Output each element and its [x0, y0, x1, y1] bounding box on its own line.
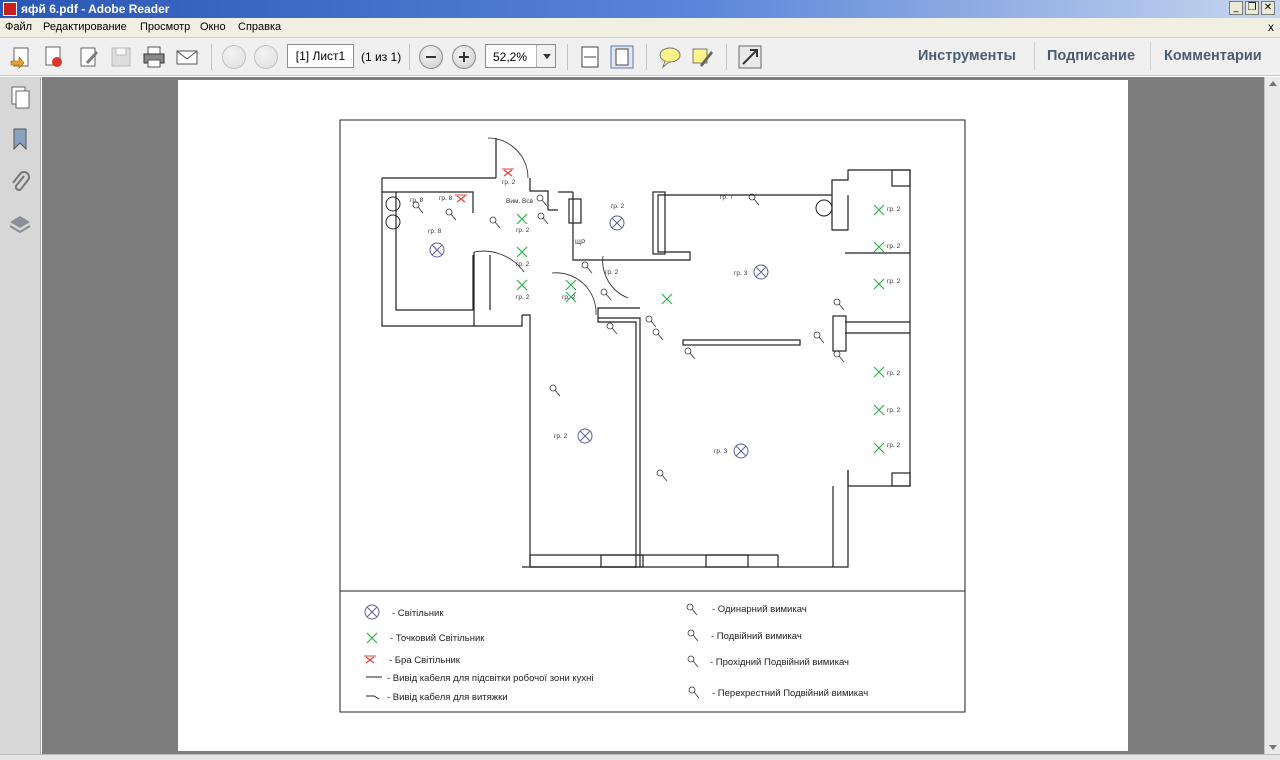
svg-text:гр. 2: гр. 2 [516, 261, 530, 268]
save-icon[interactable] [109, 45, 133, 69]
legend-item: - Подвійний вимикач [711, 631, 802, 642]
svg-text:гр. 3: гр. 3 [714, 448, 728, 455]
svg-text:ЩР: ЩР [575, 239, 585, 246]
zoom-select[interactable]: 52,2% [485, 44, 556, 68]
scroll-down-icon[interactable] [1269, 745, 1277, 750]
bookmarks-icon[interactable] [8, 127, 32, 151]
page-number-input[interactable]: [1] Лист1 [287, 44, 354, 68]
menu-file[interactable]: Файл [5, 21, 32, 33]
svg-text:гр. 2: гр. 2 [887, 407, 901, 414]
svg-text:гр. 7: гр. 7 [720, 194, 734, 201]
restore-button[interactable]: ❐ [1245, 1, 1259, 15]
svg-text:гр. 3: гр. 3 [734, 270, 748, 277]
print-icon[interactable] [142, 45, 166, 69]
edit-icon[interactable] [77, 45, 101, 69]
svg-text:гр. 8: гр. 8 [410, 197, 424, 204]
adobe-reader-icon [3, 2, 17, 16]
legend-item: - Перехрестний Подвійний вимикач [712, 688, 869, 699]
fit-width-icon[interactable] [578, 45, 602, 69]
sign-panel-link[interactable]: Подписание [1047, 48, 1135, 64]
highlight-icon[interactable] [690, 45, 714, 69]
vertical-scrollbar[interactable] [1264, 77, 1280, 754]
legend-item: - Світільник [392, 608, 444, 619]
menu-window[interactable]: Окно [200, 21, 226, 33]
menu-help[interactable]: Справка [238, 21, 281, 33]
toolbar-separator [1034, 42, 1035, 70]
tools-panel-link[interactable]: Инструменты [918, 48, 1016, 64]
legend-item: - Одинарний вимикач [712, 604, 807, 615]
zoom-out-button[interactable] [419, 45, 443, 69]
svg-text:гр. 2: гр. 2 [887, 243, 901, 250]
svg-text:гр. 2: гр. 2 [605, 269, 619, 276]
previous-page-button[interactable] [222, 45, 246, 69]
email-icon[interactable] [175, 45, 199, 69]
svg-text:гр. 2: гр. 2 [611, 203, 625, 210]
zoom-in-button[interactable] [452, 45, 476, 69]
open-file-icon[interactable] [9, 45, 33, 69]
legend-item: - Точковий Світільник [390, 633, 485, 644]
full-screen-icon[interactable] [738, 45, 762, 69]
fit-page-icon[interactable] [610, 45, 634, 69]
toolbar-separator [567, 44, 568, 70]
comment-icon[interactable] [658, 45, 682, 69]
toolbar-separator [1150, 42, 1151, 70]
attachments-icon[interactable] [8, 170, 32, 194]
legend-item: - Бра Світільник [389, 655, 460, 666]
scroll-up-icon[interactable] [1269, 81, 1277, 86]
title-bar: яфй 6.pdf - Adobe Reader _ ❐ ✕ [0, 0, 1280, 18]
zoom-value: 52,2% [493, 50, 528, 64]
svg-text:гр. 2: гр. 2 [887, 442, 901, 449]
close-button[interactable]: ✕ [1261, 1, 1275, 15]
legend-item: - Прохідний Подвійний вимикач [710, 657, 849, 668]
menu-bar: Файл Редактирование Просмотр Окно Справк… [0, 18, 1280, 38]
create-pdf-icon[interactable] [42, 45, 66, 69]
svg-text:гр. 8: гр. 8 [428, 228, 442, 235]
toolbar-separator [726, 44, 727, 70]
page-thumbnails-icon[interactable] [8, 85, 32, 109]
svg-text:гр. 2: гр. 2 [554, 433, 568, 440]
toolbar-separator [211, 44, 212, 70]
layers-icon[interactable] [8, 213, 32, 237]
horizontal-scrollbar[interactable] [0, 754, 1280, 760]
svg-text:Вим. Всв: Вим. Всв [506, 198, 534, 205]
minimize-button[interactable]: _ [1229, 1, 1243, 15]
floor-plan-drawing: гр. 8 гр. 8 гр. 8 гр. 2 Вим. Всв гр. 2 г… [339, 119, 966, 713]
pdf-page: гр. 8 гр. 8 гр. 8 гр. 2 Вим. Всв гр. 2 г… [178, 80, 1128, 751]
toolbar-separator [409, 44, 410, 70]
svg-text:гр. 2: гр. 2 [887, 206, 901, 213]
svg-text:гр. 2: гр. 2 [516, 294, 530, 301]
svg-text:гр. 2: гр. 2 [887, 278, 901, 285]
close-document-button[interactable]: x [1268, 20, 1274, 34]
svg-text:гр. 2: гр. 2 [516, 227, 530, 234]
svg-text:гр. 2: гр. 2 [887, 370, 901, 377]
chevron-down-icon[interactable] [536, 45, 555, 67]
legend-item: - Вивід кабеля для витяжки [387, 692, 508, 703]
svg-text:гр. 8: гр. 8 [439, 195, 453, 202]
svg-text:гр. 2: гр. 2 [562, 294, 576, 301]
navigation-pane [0, 77, 41, 760]
legend-item: - Вивід кабеля для підсвітки робочої зон… [387, 673, 594, 684]
next-page-button[interactable] [254, 45, 278, 69]
window-title: яфй 6.pdf - Adobe Reader [21, 2, 170, 16]
menu-view[interactable]: Просмотр [140, 21, 190, 33]
svg-text:гр. 2: гр. 2 [502, 179, 516, 186]
toolbar-separator [646, 44, 647, 70]
page-count: (1 из 1) [361, 50, 402, 64]
toolbar: Инструменты Подписание Комментарии [0, 38, 1280, 76]
menu-edit[interactable]: Редактирование [43, 21, 127, 33]
comment-panel-link[interactable]: Комментарии [1164, 48, 1262, 64]
